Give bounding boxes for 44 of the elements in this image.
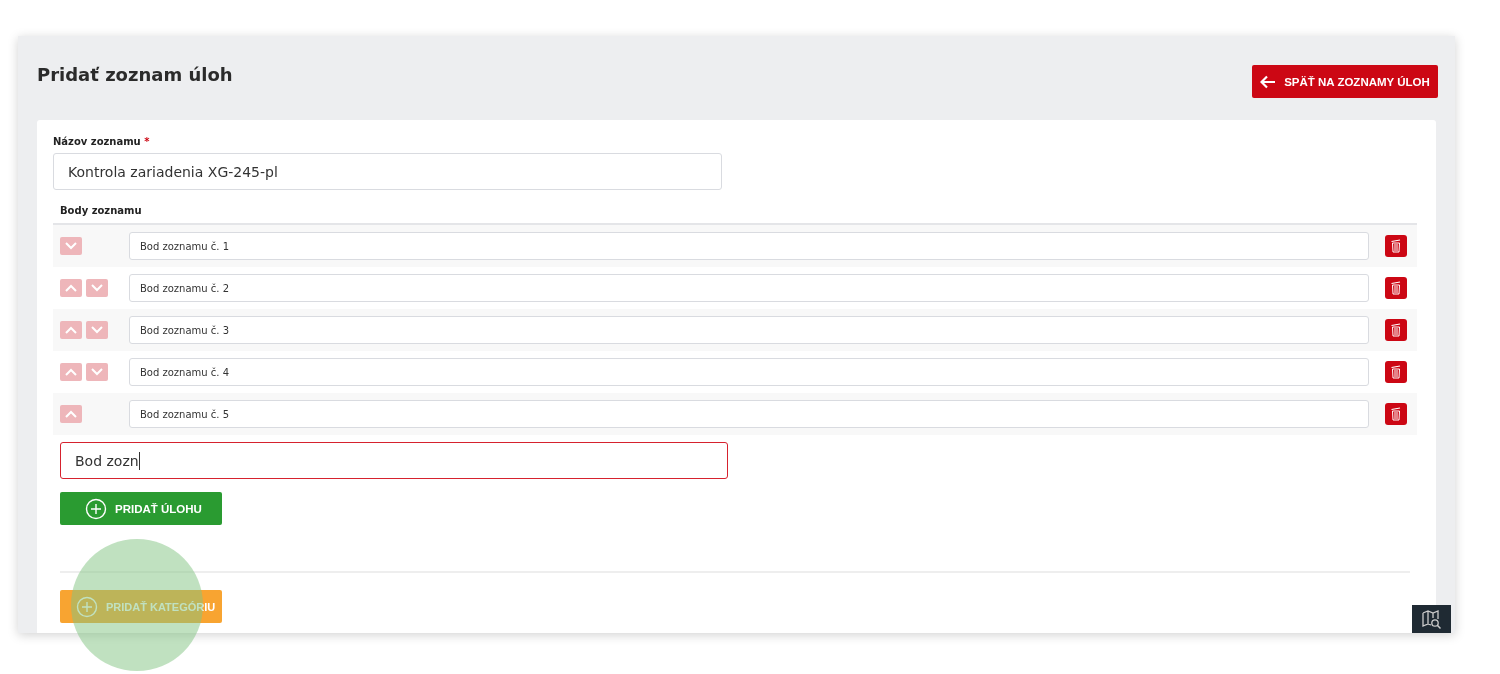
delete-button[interactable] [1385, 403, 1407, 425]
map-search-icon[interactable] [1412, 605, 1451, 633]
trash-icon [1391, 281, 1401, 295]
section-heading: Body zoznamu [60, 205, 143, 218]
move-down-button[interactable] [60, 237, 82, 255]
delete-button[interactable] [1385, 235, 1407, 257]
new-item-field[interactable]: Bod zozn [60, 442, 728, 479]
chevron-up-icon [65, 410, 77, 418]
back-button[interactable]: SPÄŤ NA ZOZNAMY ÚLOH [1252, 65, 1438, 98]
item-field[interactable]: Bod zoznamu č. 3 [129, 316, 1369, 344]
delete-button[interactable] [1385, 277, 1407, 299]
item-field[interactable]: Bod zoznamu č. 5 [129, 400, 1369, 428]
move-up-button[interactable] [60, 363, 82, 381]
move-down-button[interactable] [86, 321, 108, 339]
chevron-down-icon [65, 242, 77, 250]
chevron-up-icon [65, 368, 77, 376]
trash-icon [1391, 407, 1401, 421]
text-caret [138, 451, 140, 470]
chevron-down-icon [91, 284, 103, 292]
trash-icon [1391, 365, 1401, 379]
move-up-button[interactable] [60, 279, 82, 297]
delete-button[interactable] [1385, 319, 1407, 341]
page-title: Pridať zoznam úloh [37, 64, 233, 85]
chevron-up-icon [65, 326, 77, 334]
required-mark: * [144, 136, 150, 147]
chevron-down-icon [91, 368, 103, 376]
trash-icon [1391, 239, 1401, 253]
chevron-down-icon [91, 326, 103, 334]
move-down-button[interactable] [86, 363, 108, 381]
add-task-button[interactable]: PRIDAŤ ÚLOHU [60, 492, 222, 525]
move-up-button[interactable] [60, 405, 82, 423]
list-name-field[interactable]: Kontrola zariadenia XG-245-pl [53, 153, 722, 190]
arrow-left-icon [1260, 74, 1277, 89]
chevron-up-icon [65, 284, 77, 292]
plus-icon [76, 595, 98, 618]
item-field[interactable]: Bod zoznamu č. 4 [129, 358, 1369, 386]
item-field[interactable]: Bod zoznamu č. 2 [129, 274, 1369, 302]
trash-icon [1391, 323, 1401, 337]
move-up-button[interactable] [60, 321, 82, 339]
plus-icon [85, 497, 107, 520]
field-label: Názov zoznamu [53, 136, 141, 147]
move-down-button[interactable] [86, 279, 108, 297]
item-field[interactable]: Bod zoznamu č. 1 [129, 232, 1369, 260]
delete-button[interactable] [1385, 361, 1407, 383]
